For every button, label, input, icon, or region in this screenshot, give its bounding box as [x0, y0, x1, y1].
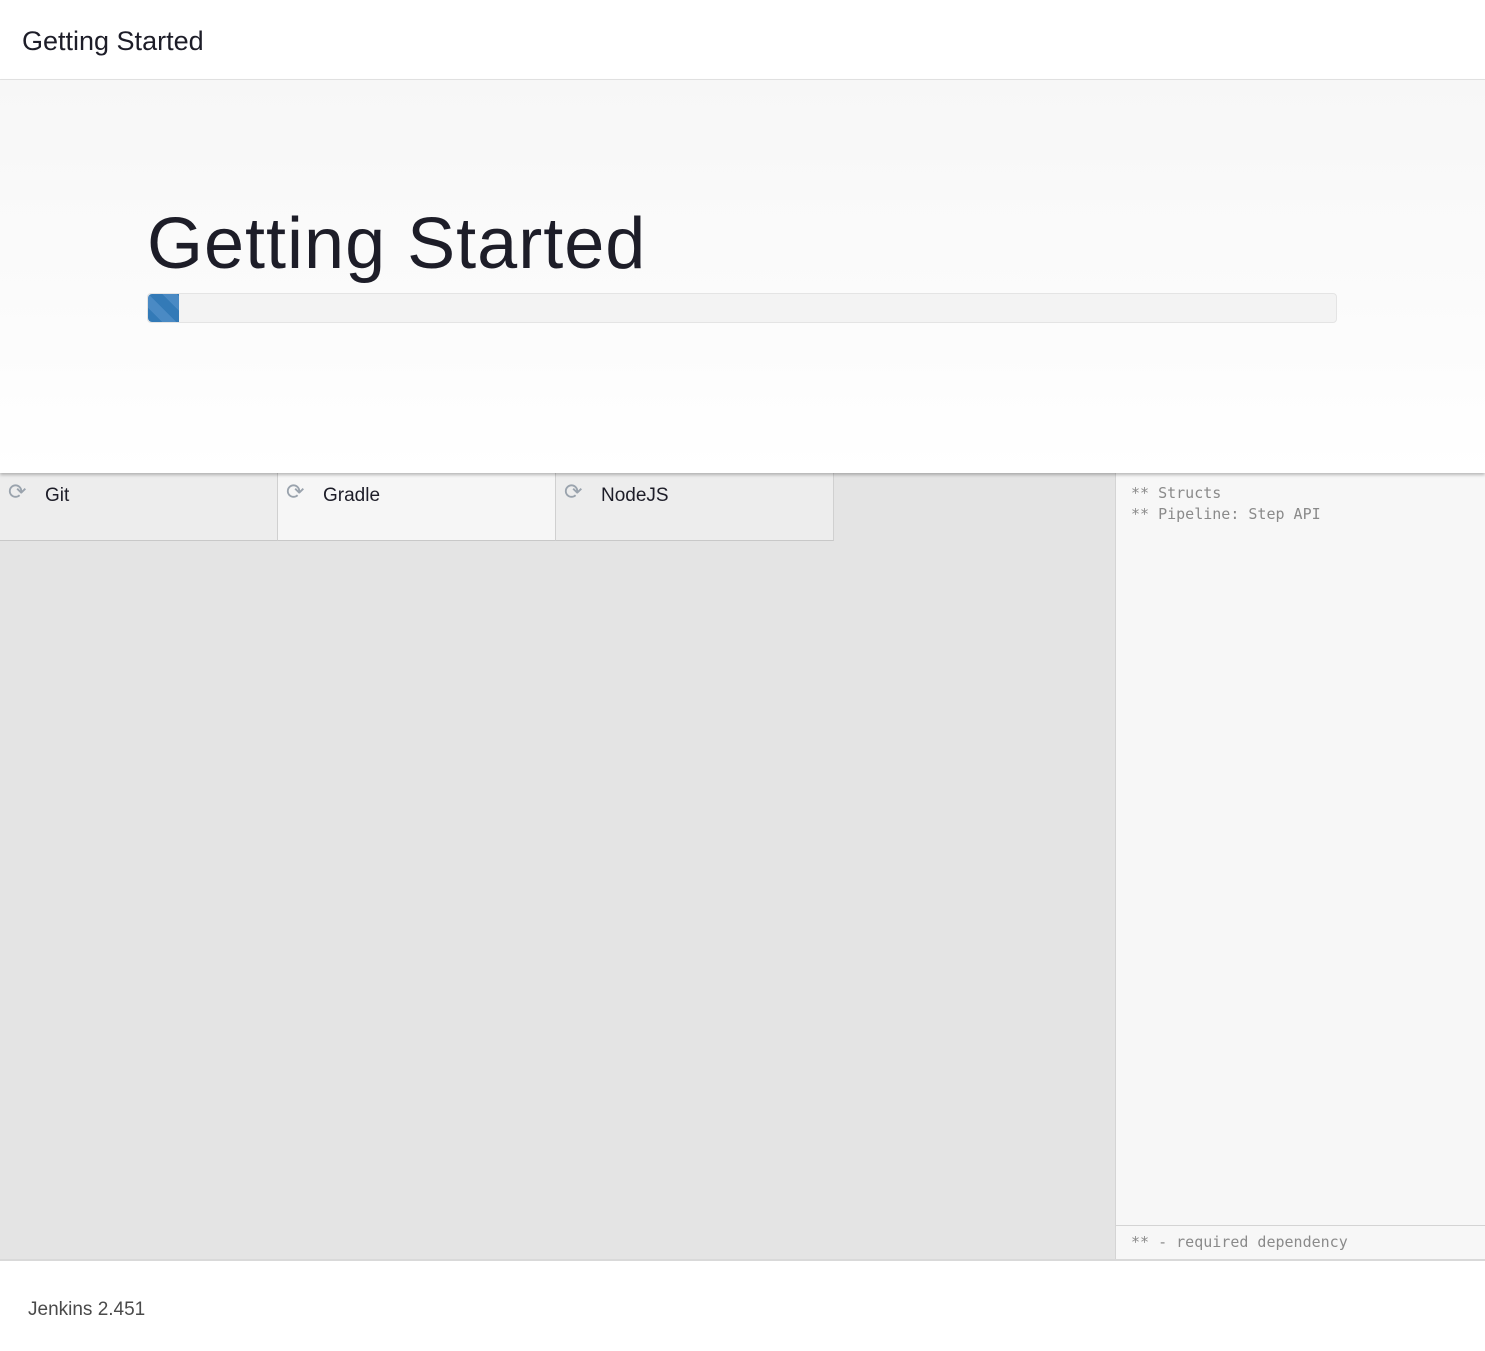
log-legend: ** - required dependency [1116, 1225, 1485, 1259]
plugin-install-panel: ⟳ Git ⟳ Gradle ⟳ NodeJS [0, 473, 1115, 1259]
install-progress-bar [147, 293, 1337, 323]
refresh-icon: ⟳ [286, 480, 305, 505]
setup-wizard-modal: Getting Started Getting Started ⟳ Git ⟳ … [0, 0, 1485, 1351]
plugin-name: Gradle [323, 485, 381, 506]
refresh-icon: ⟳ [8, 480, 27, 505]
log-line: ** Structs [1131, 484, 1222, 502]
plugin-name: NodeJS [601, 485, 669, 506]
page-title: Getting Started [147, 204, 647, 284]
modal-header: Getting Started [0, 0, 1485, 80]
plugin-item-git: ⟳ Git [0, 473, 278, 541]
modal-title: Getting Started [22, 26, 204, 56]
plugin-item-nodejs: ⟳ NodeJS [556, 473, 834, 541]
plugin-list: ⟳ Git ⟳ Gradle ⟳ NodeJS [0, 473, 834, 541]
plugin-name: Git [45, 485, 70, 506]
dependency-legend: ** - required dependency [1131, 1233, 1348, 1251]
log-line: ** Pipeline: Step API [1131, 505, 1321, 523]
install-log-panel[interactable]: ** Structs ** Pipeline: Step API ** - req… [1115, 473, 1485, 1259]
install-progress-fill [148, 294, 179, 322]
plugin-item-gradle: ⟳ Gradle [278, 473, 556, 541]
modal-footer: Jenkins 2.451 [0, 1259, 1485, 1351]
jenkins-version: Jenkins 2.451 [28, 1299, 146, 1320]
install-log: ** Structs ** Pipeline: Step API [1131, 483, 1321, 525]
jumbotron: Getting Started [0, 80, 1485, 473]
refresh-icon: ⟳ [564, 480, 583, 505]
